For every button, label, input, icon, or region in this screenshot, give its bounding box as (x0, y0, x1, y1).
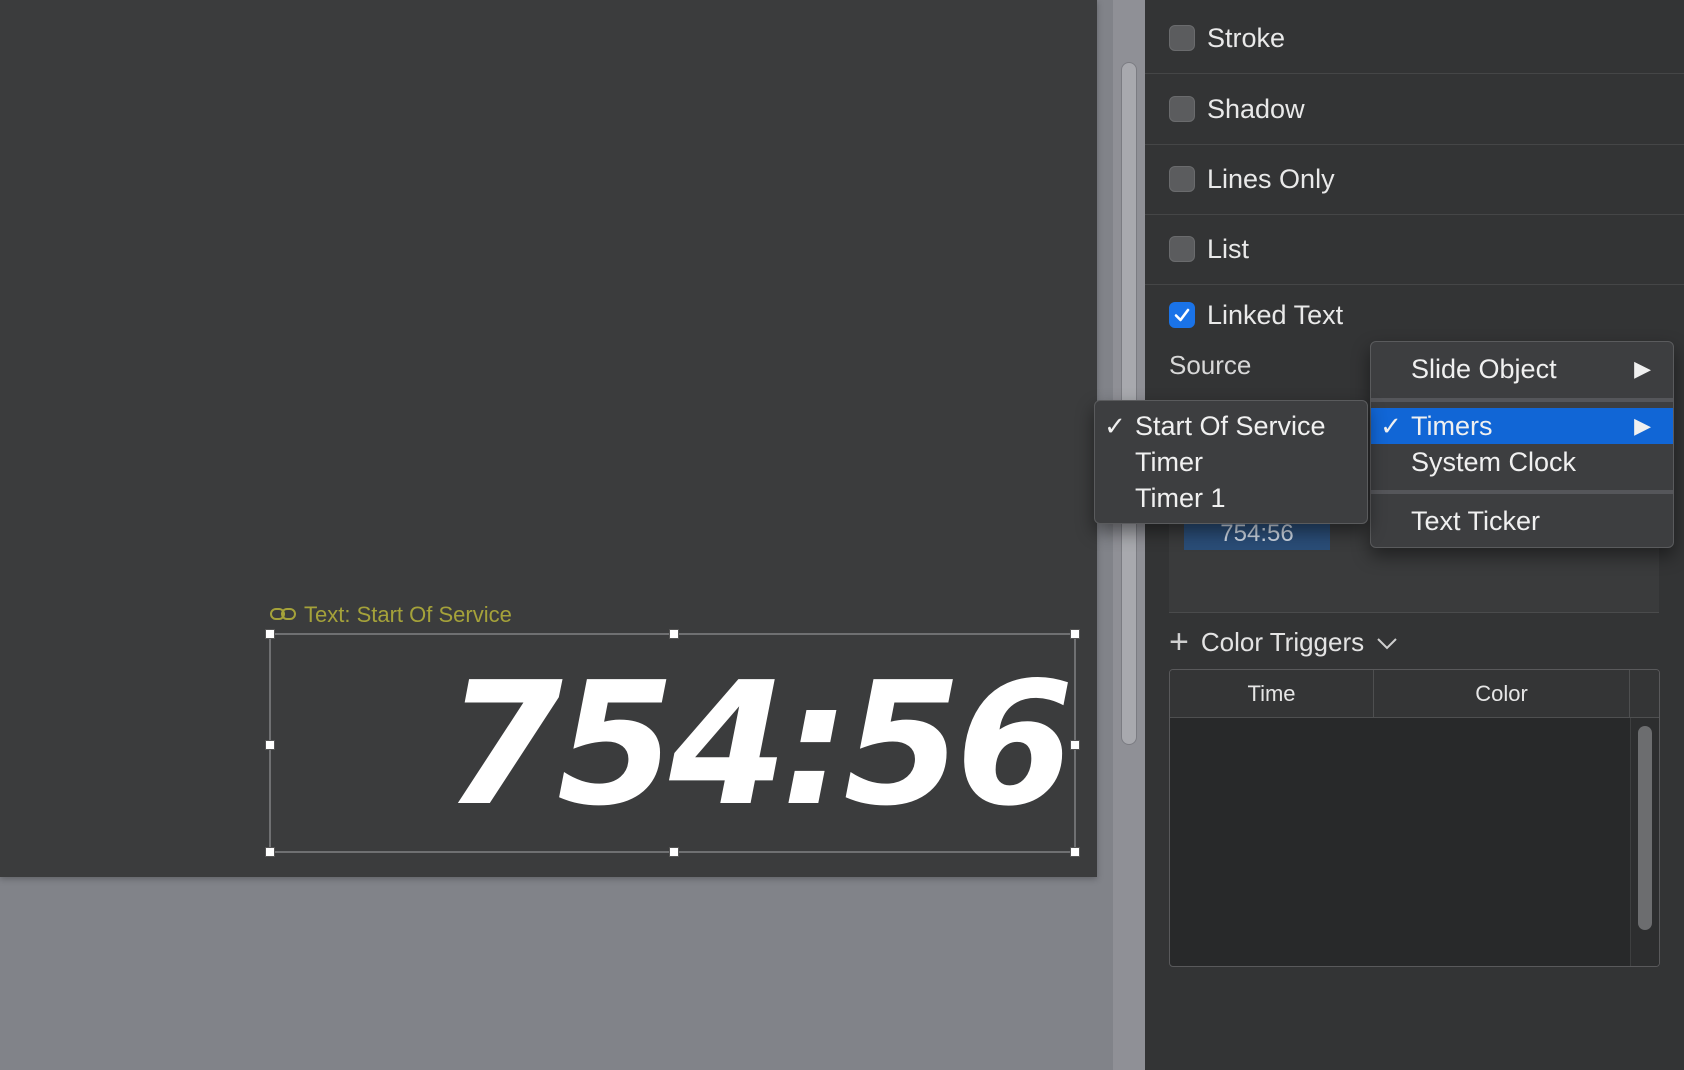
shadow-checkbox[interactable] (1169, 96, 1195, 122)
resize-handle-top-right[interactable] (1070, 629, 1080, 639)
menu-item-system-clock[interactable]: System Clock (1371, 444, 1673, 480)
shadow-label: Shadow (1207, 93, 1305, 124)
resize-handle-top-left[interactable] (265, 629, 275, 639)
submenu-item-timer-1[interactable]: Timer 1 (1095, 480, 1367, 516)
checkmark-icon: ✓ (1104, 410, 1126, 441)
option-lines-only[interactable]: Lines Only (1145, 144, 1684, 215)
column-header-color[interactable]: Color (1374, 670, 1630, 717)
color-triggers-header: + Color Triggers (1169, 624, 1398, 660)
column-header-time[interactable]: Time (1170, 670, 1374, 717)
resize-handle-right[interactable] (1070, 740, 1080, 750)
menu-item-text-ticker[interactable]: Text Ticker (1371, 503, 1673, 539)
timer-display-text: 754:56 (444, 646, 1074, 844)
option-list[interactable]: List (1145, 214, 1684, 285)
stroke-checkbox[interactable] (1169, 25, 1195, 51)
menu-separator (1371, 398, 1673, 402)
color-triggers-title[interactable]: Color Triggers (1201, 627, 1364, 658)
link-icon (270, 602, 296, 628)
table-header: Time Color (1170, 670, 1659, 718)
linked-text-checkbox[interactable] (1169, 302, 1195, 328)
slide-canvas[interactable]: Text: Start Of Service 754:56 (0, 0, 1097, 877)
source-menu: Slide Object ▶ ✓ Timers ▶ System Clock T… (1370, 341, 1674, 548)
resize-handle-bottom-left[interactable] (265, 847, 275, 857)
object-label: Text: Start Of Service (270, 602, 512, 628)
selected-text-box[interactable]: 754:56 (265, 629, 1080, 857)
menu-item-label: Slide Object (1411, 353, 1557, 384)
submenu-item-start-of-service[interactable]: ✓ Start Of Service (1095, 408, 1367, 444)
add-trigger-plus-icon[interactable]: + (1169, 625, 1189, 659)
menu-separator (1371, 490, 1673, 494)
menu-item-label: System Clock (1411, 446, 1577, 477)
chevron-down-icon[interactable] (1376, 627, 1398, 658)
submenu-arrow-icon: ▶ (1634, 413, 1651, 438)
submenu-arrow-icon: ▶ (1634, 356, 1651, 381)
source-label: Source (1169, 350, 1252, 380)
resize-handle-bottom[interactable] (669, 847, 679, 857)
submenu-item-label: Start Of Service (1135, 410, 1326, 441)
checkmark-icon (1174, 308, 1190, 322)
lines-only-checkbox[interactable] (1169, 166, 1195, 192)
option-shadow[interactable]: Shadow (1145, 74, 1684, 145)
submenu-item-label: Timer (1135, 446, 1203, 477)
resize-handle-left[interactable] (265, 740, 275, 750)
submenu-item-label: Timer 1 (1135, 482, 1226, 513)
object-label-text: Text: Start Of Service (304, 602, 512, 627)
stroke-label: Stroke (1207, 22, 1286, 53)
menu-item-label: Timers (1411, 410, 1493, 441)
menu-item-label: Text Ticker (1411, 505, 1541, 536)
timers-submenu: ✓ Start Of Service Timer Timer 1 (1094, 400, 1368, 524)
color-triggers-table: Time Color (1169, 669, 1660, 967)
menu-item-slide-object[interactable]: Slide Object ▶ (1371, 346, 1673, 392)
table-scrollbar-thumb[interactable] (1638, 726, 1652, 930)
option-stroke[interactable]: Stroke (1145, 3, 1684, 74)
list-label: List (1207, 233, 1250, 264)
list-checkbox[interactable] (1169, 236, 1195, 262)
resize-handle-bottom-right[interactable] (1070, 847, 1080, 857)
checkmark-icon: ✓ (1380, 410, 1402, 441)
resize-handle-top[interactable] (669, 629, 679, 639)
submenu-item-timer[interactable]: Timer (1095, 444, 1367, 480)
lines-only-label: Lines Only (1207, 163, 1335, 194)
menu-item-timers[interactable]: ✓ Timers ▶ (1371, 408, 1673, 444)
linked-text-label: Linked Text (1207, 299, 1344, 330)
option-linked-text[interactable]: Linked Text (1145, 284, 1684, 346)
